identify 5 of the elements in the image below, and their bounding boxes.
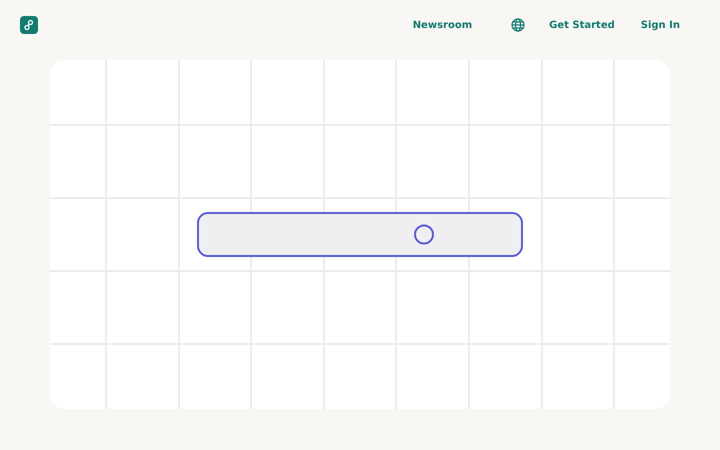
- nav-link[interactable]: Newsroom: [412, 20, 472, 30]
- logo-icon[interactable]: [20, 16, 38, 34]
- globe-icon[interactable]: [511, 18, 526, 32]
- nav-link[interactable]: Get Started: [549, 20, 615, 30]
- nav-link[interactable]: Sign In: [640, 20, 680, 30]
